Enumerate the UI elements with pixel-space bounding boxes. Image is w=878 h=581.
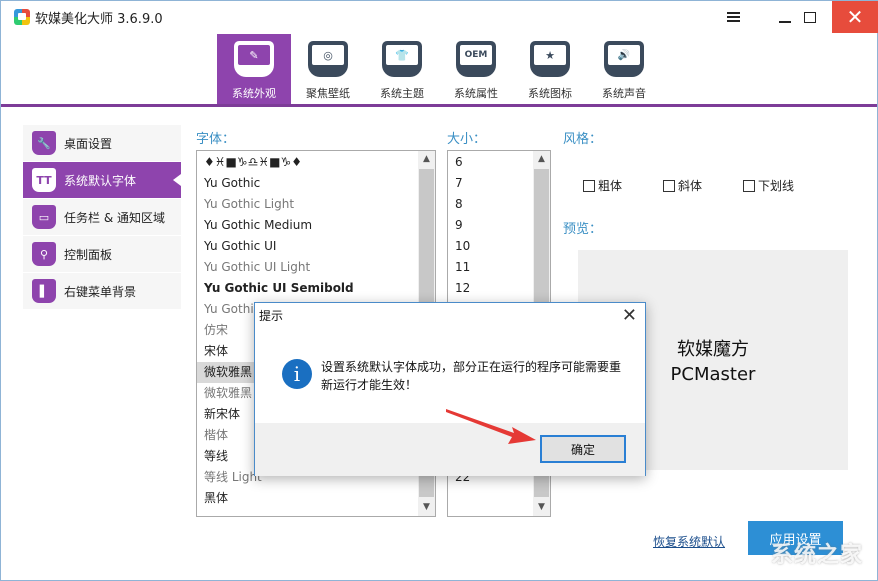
font-list-item[interactable]: ♦♓■♑♎♓■♑♦ bbox=[197, 152, 435, 173]
tab-spotlight-wallpaper[interactable]: ◎ 聚焦壁纸 bbox=[291, 34, 365, 104]
scroll-down-icon[interactable]: ▼ bbox=[418, 499, 435, 516]
oem-icon: OEM bbox=[456, 41, 496, 77]
font-icon: TT bbox=[32, 168, 56, 192]
font-list-item[interactable]: Yu Gothic UI bbox=[197, 236, 435, 257]
dialog-title: 提示 bbox=[259, 309, 284, 323]
tab-system-icons[interactable]: ★ 系统图标 bbox=[513, 34, 587, 104]
font-list-item[interactable]: Yu Gothic Light bbox=[197, 194, 435, 215]
checkbox-label: 粗体 bbox=[598, 179, 623, 193]
scroll-up-icon[interactable]: ▲ bbox=[533, 151, 550, 168]
checkbox-box[interactable] bbox=[583, 179, 595, 192]
underline-checkbox[interactable]: 下划线 bbox=[743, 177, 794, 194]
wallpaper-icon: ◎ bbox=[308, 41, 348, 77]
wrench-icon: 🔧 bbox=[32, 131, 56, 155]
bold-checkbox[interactable]: 粗体 bbox=[583, 177, 622, 194]
info-dialog: 提示 ✕ i 设置系统默认字体成功，部分正在运行的程序可能需要重新运行才能生效！… bbox=[254, 302, 646, 476]
tab-system-appearance[interactable]: ✎ 系统外观 bbox=[217, 34, 291, 104]
speaker-icon: 🔊 bbox=[604, 41, 644, 77]
top-nav: ✎ 系统外观 ◎ 聚焦壁纸 👕 系统主题 OEM 系统属性 ★ 系统图标 🔊 系… bbox=[1, 34, 877, 107]
sidebar-item-default-font[interactable]: TT 系统默认字体 bbox=[23, 162, 181, 198]
tab-label: 系统声音 bbox=[602, 87, 646, 100]
size-label: 大小： bbox=[447, 132, 487, 147]
watermark: 系统之家 bbox=[771, 543, 864, 568]
ok-button[interactable]: 确定 bbox=[540, 435, 626, 463]
title-bar: 软媒美化大师 3.6.9.0 ✕ bbox=[1, 1, 878, 34]
tab-system-sounds[interactable]: 🔊 系统声音 bbox=[587, 34, 661, 104]
preview-label: 预览： bbox=[563, 222, 603, 237]
font-list-item[interactable]: Yu Gothic UI Light bbox=[197, 257, 435, 278]
red-arrow-annotation bbox=[446, 409, 536, 444]
style-label: 风格： bbox=[563, 132, 603, 147]
sidebar-item-control-panel[interactable]: ⚲ 控制面板 bbox=[23, 236, 181, 272]
font-list-item[interactable]: Yu Gothic Medium bbox=[197, 215, 435, 236]
tab-label: 系统外观 bbox=[232, 87, 276, 100]
sidebar-item-taskbar[interactable]: ▭ 任务栏 & 通知区域 bbox=[23, 199, 181, 235]
font-list-item[interactable]: 黑体 bbox=[197, 488, 435, 509]
magnifier-icon: ⚲ bbox=[32, 242, 56, 266]
font-label: 字体： bbox=[196, 132, 236, 147]
menu-icon bbox=[726, 12, 740, 22]
tab-label: 聚焦壁纸 bbox=[306, 87, 350, 100]
app-title: 软媒美化大师 3.6.9.0 bbox=[35, 12, 163, 27]
dialog-close-icon[interactable]: ✕ bbox=[622, 305, 637, 326]
sidebar-item-label: 任务栏 & 通知区域 bbox=[64, 210, 165, 225]
dialog-message: 设置系统默认字体成功，部分正在运行的程序可能需要重新运行才能生效！ bbox=[321, 360, 622, 392]
brush-icon: ✎ bbox=[234, 41, 274, 77]
font-list-item[interactable]: Yu Gothic bbox=[197, 173, 435, 194]
restore-default-link[interactable]: 恢复系统默认 bbox=[653, 533, 725, 550]
tshirt-icon: 👕 bbox=[382, 41, 422, 77]
sidebar-item-label: 桌面设置 bbox=[64, 136, 113, 151]
sidebar: 🔧 桌面设置 TT 系统默认字体 ▭ 任务栏 & 通知区域 ⚲ 控制面板 ▌ 右… bbox=[23, 124, 181, 314]
maximize-icon bbox=[804, 11, 816, 23]
taskbar-icon: ▭ bbox=[32, 205, 56, 229]
tab-label: 系统图标 bbox=[528, 87, 572, 100]
sidebar-item-context-menu-bg[interactable]: ▌ 右键菜单背景 bbox=[23, 273, 181, 309]
star-icon: ★ bbox=[530, 41, 570, 77]
app-window: 软媒美化大师 3.6.9.0 ✕ ✎ 系统外观 ◎ 聚焦壁纸 👕 系统主题 OE… bbox=[0, 0, 878, 581]
menu-button[interactable] bbox=[711, 1, 755, 33]
checkbox-box[interactable] bbox=[663, 179, 675, 192]
checkbox-label: 斜体 bbox=[678, 179, 703, 193]
sidebar-item-label: 控制面板 bbox=[64, 247, 113, 262]
scroll-down-icon[interactable]: ▼ bbox=[533, 499, 550, 516]
close-icon: ✕ bbox=[846, 5, 864, 29]
preview-line-2: PCMaster bbox=[670, 364, 756, 385]
tab-system-properties[interactable]: OEM 系统属性 bbox=[439, 34, 513, 104]
italic-checkbox[interactable]: 斜体 bbox=[663, 177, 702, 194]
font-list-item[interactable]: Yu Gothic UI Semibold bbox=[197, 278, 435, 299]
tab-label: 系统属性 bbox=[454, 87, 498, 100]
info-icon: i bbox=[282, 359, 312, 389]
tab-system-theme[interactable]: 👕 系统主题 bbox=[365, 34, 439, 104]
sidebar-item-desktop-settings[interactable]: 🔧 桌面设置 bbox=[23, 125, 181, 161]
app-logo-icon bbox=[14, 9, 30, 25]
sidebar-item-label: 系统默认字体 bbox=[64, 173, 137, 188]
preview-line-1: 软媒魔方 bbox=[677, 339, 749, 360]
scroll-up-icon[interactable]: ▲ bbox=[418, 151, 435, 168]
checkbox-box[interactable] bbox=[743, 179, 755, 192]
close-button[interactable]: ✕ bbox=[832, 1, 878, 33]
context-menu-icon: ▌ bbox=[32, 279, 56, 303]
tab-label: 系统主题 bbox=[380, 87, 424, 100]
maximize-button[interactable] bbox=[788, 1, 832, 33]
arrow-shape bbox=[446, 409, 536, 444]
sidebar-item-label: 右键菜单背景 bbox=[64, 284, 137, 299]
checkbox-label: 下划线 bbox=[758, 179, 795, 193]
